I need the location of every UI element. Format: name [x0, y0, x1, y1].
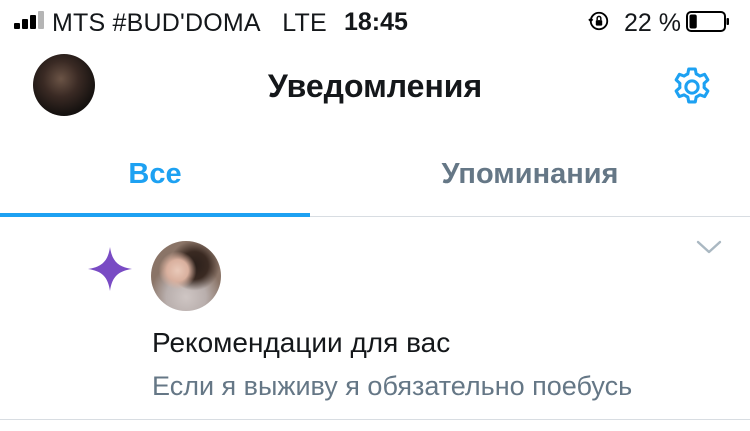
chevron-down-icon[interactable] [696, 239, 722, 255]
orientation-lock-icon [588, 11, 609, 31]
battery-percentage: 22 % [624, 9, 681, 37]
page-title: Уведомления [267, 68, 483, 104]
notification-text: Если я выживу я обязательно поебусь [152, 371, 633, 401]
signal-strength-icon [14, 11, 46, 29]
clock: 18:45 [344, 8, 408, 36]
gear-icon[interactable] [669, 64, 715, 110]
tab-mentions[interactable]: Упоминания [310, 132, 750, 216]
user-avatar[interactable] [151, 241, 221, 311]
battery-icon [686, 11, 729, 32]
status-bar: MTS #BUD'DOMA LTE 18:45 22 % [0, 0, 750, 44]
notification-item[interactable]: Рекомендации для вас Если я выживу я обя… [0, 217, 750, 420]
tab-all[interactable]: Все [0, 132, 310, 216]
network-type: LTE [282, 9, 327, 37]
notification-title: Рекомендации для вас [152, 327, 451, 358]
sparkle-icon [88, 247, 132, 291]
tab-bar: Все Упоминания [0, 132, 750, 217]
header: Уведомления [0, 44, 750, 128]
carrier-name: MTS #BUD'DOMA LTE [52, 9, 327, 37]
